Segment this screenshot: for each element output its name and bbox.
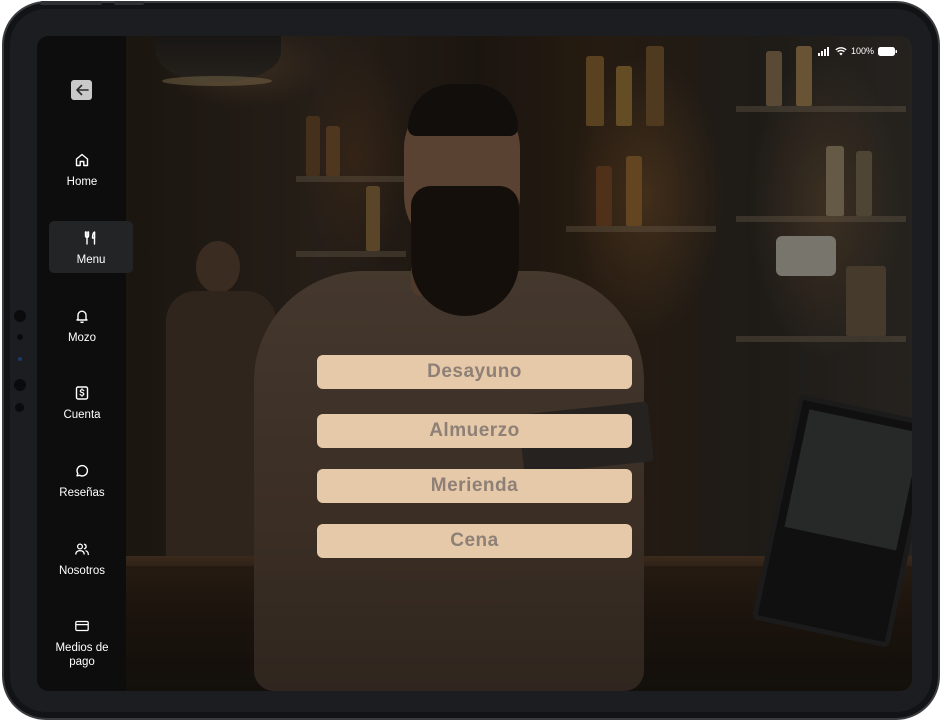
users-icon <box>74 541 90 557</box>
sidebar-item-label: Medios de pago <box>55 642 109 668</box>
sidebar-item-medios-de-pago[interactable]: Medios de pago <box>40 609 124 673</box>
back-button[interactable] <box>71 80 92 100</box>
dollar-receipt-icon <box>74 385 90 401</box>
front-camera <box>14 310 26 322</box>
chat-bubble-icon <box>74 463 90 479</box>
sidebar-nav: Home Menu Mozo Cuenta Reseñas Nosotros M… <box>37 36 133 691</box>
status-bar: 100% <box>817 46 898 56</box>
home-icon <box>74 152 90 168</box>
sidebar-item-label: Menu <box>76 254 106 266</box>
utensils-icon <box>83 230 99 246</box>
sidebar-item-resenas[interactable]: Reseñas <box>40 454 124 506</box>
cellular-signal-icon <box>817 46 831 56</box>
sidebar-item-home[interactable]: Home <box>40 143 124 195</box>
app-screen: 100% Home Menu Mozo Cuenta Reseñas Nosot… <box>37 36 912 691</box>
sidebar-item-mozo[interactable]: Mozo <box>40 299 124 351</box>
menu-option-almuerzo-button[interactable]: Almuerzo <box>317 414 632 448</box>
sidebar-item-cuenta[interactable]: Cuenta <box>40 376 124 428</box>
menu-option-merienda-button[interactable]: Merienda <box>317 469 632 503</box>
volume-button <box>40 1 102 5</box>
sidebar-item-label: Cuenta <box>63 409 101 421</box>
menu-option-cena-button[interactable]: Cena <box>317 524 632 558</box>
sidebar-item-nosotros[interactable]: Nosotros <box>40 532 124 584</box>
sensor-dot <box>14 379 26 391</box>
bell-icon <box>74 308 90 324</box>
battery-icon <box>878 46 898 56</box>
menu-option-desayuno-button[interactable]: Desayuno <box>317 355 632 389</box>
arrow-left-icon <box>75 84 89 96</box>
sidebar-item-label: Mozo <box>67 332 97 344</box>
sidebar-item-label: Home <box>66 176 98 188</box>
wifi-icon <box>835 46 847 56</box>
sidebar-item-label: Nosotros <box>58 565 106 577</box>
power-button <box>114 1 144 5</box>
tablet-device-frame: 100% Home Menu Mozo Cuenta Reseñas Nosot… <box>2 1 940 720</box>
sidebar-item-label: Reseñas <box>59 487 105 499</box>
battery-percent: 100% <box>850 46 874 56</box>
sensor-dot <box>18 357 22 361</box>
credit-card-icon <box>74 618 90 634</box>
sensor-dot <box>15 403 24 412</box>
sensor-dot <box>17 334 23 340</box>
sidebar-item-menu[interactable]: Menu <box>49 221 133 273</box>
